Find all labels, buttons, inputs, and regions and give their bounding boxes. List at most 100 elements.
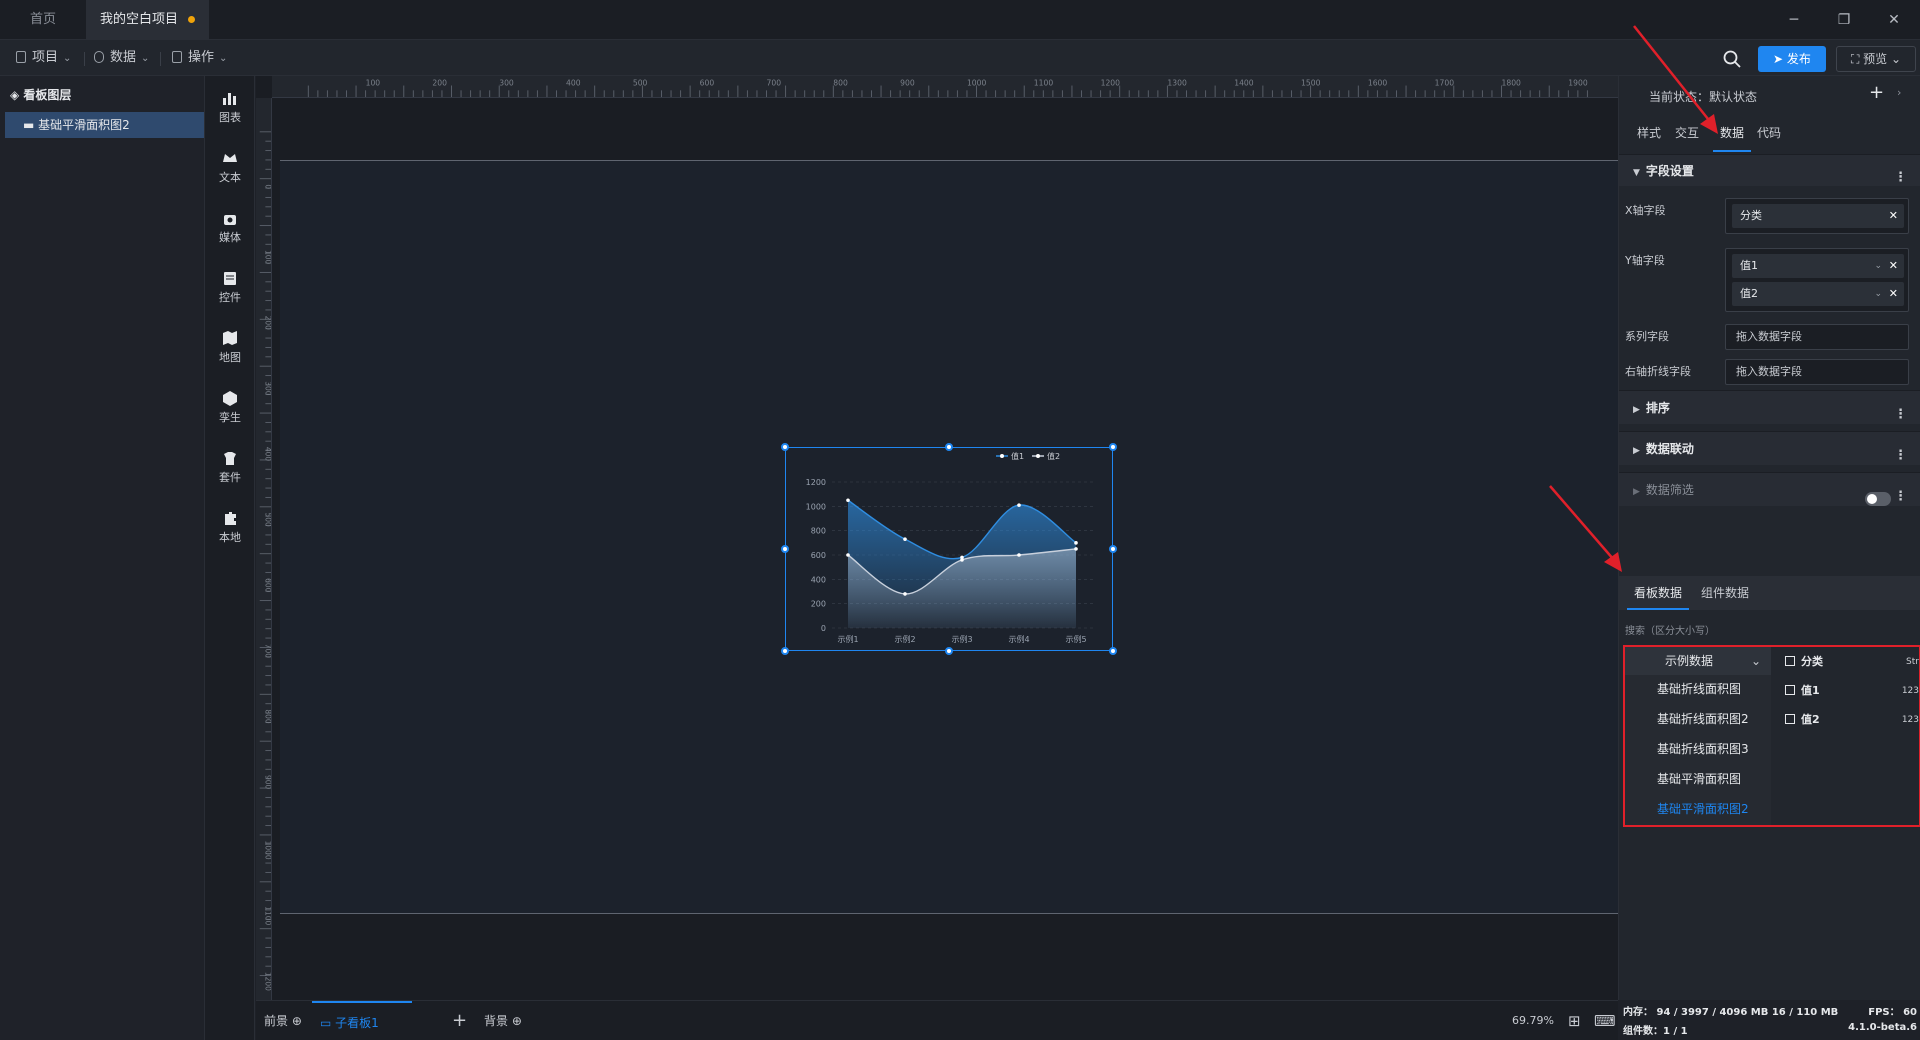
chevron-down-icon: ⌄	[63, 53, 72, 64]
preview-button[interactable]: ⛶ 预览 ⌄	[1836, 46, 1916, 72]
dataset-item-selected[interactable]: 基础平滑面积图2	[1625, 797, 1771, 821]
dataset-item[interactable]: 基础折线面积图	[1625, 677, 1771, 701]
keyboard-icon[interactable]: ⌨	[1594, 1001, 1616, 1040]
component-count: 组件数：1 / 1	[1623, 1026, 1688, 1037]
caret-right-icon: ▶	[1633, 487, 1640, 497]
publish-button[interactable]: ➤ 发布	[1758, 46, 1826, 72]
resize-handle[interactable]	[1109, 443, 1117, 451]
field-item[interactable]: 分类 Str	[1785, 651, 1919, 673]
subboard-tab[interactable]: ▭ 子看板1	[312, 1001, 412, 1040]
x-tick-label: 示例4	[1008, 634, 1029, 644]
layer-panel-title: 看板图层	[23, 88, 72, 102]
tab-project-label: 我的空白项目	[100, 12, 179, 27]
linkage-section[interactable]: ▶ 数据联动 ⋮	[1619, 431, 1920, 465]
tab-home[interactable]: 首页	[16, 0, 70, 40]
tab-code[interactable]: 代码	[1757, 124, 1781, 152]
checkbox-icon[interactable]	[1785, 685, 1795, 695]
x-field-chip[interactable]: 分类 ✕	[1732, 204, 1904, 228]
field-name: 值2	[1801, 713, 1820, 726]
dataset-item[interactable]: 基础折线面积图3	[1625, 737, 1771, 761]
menu-project[interactable]: 项目 ⌄	[10, 47, 77, 69]
field-settings-section[interactable]: ▼ 字段设置 ⋮	[1619, 154, 1920, 186]
annotation-arrow	[1633, 25, 1718, 134]
x-tick-label: 示例1	[837, 634, 858, 644]
tool-local[interactable]: 本地	[205, 504, 255, 554]
y-field-dropzone[interactable]: 值1 ⌄ ✕ 值2 ⌄ ✕	[1725, 248, 1909, 312]
y-field-label: Y轴字段	[1625, 254, 1665, 267]
close-icon[interactable]: ✕	[1882, 8, 1906, 32]
tab-component-data[interactable]: 组件数据	[1701, 576, 1749, 610]
chevron-down-icon[interactable]: ⌄	[1874, 282, 1882, 306]
tool-text[interactable]: 文本	[205, 144, 255, 194]
ruler-label: 600	[263, 578, 272, 593]
dataset-group-select[interactable]: 示例数据 ⌄	[1625, 647, 1771, 675]
chart-component[interactable]: 0 200 400 600 800 1000 1200 示例1 示例2 示例3 示例4 示例5 值1 值2	[785, 447, 1113, 651]
resize-handle[interactable]	[945, 443, 953, 451]
dataset-item[interactable]: 基础平滑面积图	[1625, 767, 1771, 791]
more-icon[interactable]: ⋮	[1894, 480, 1907, 514]
more-icon[interactable]: ⋮	[1894, 439, 1907, 473]
resize-handle[interactable]	[1109, 545, 1117, 553]
series-field-label: 系列字段	[1625, 330, 1669, 343]
resize-handle[interactable]	[781, 545, 789, 553]
tab-my-blank-project[interactable]: 我的空白项目	[86, 0, 210, 40]
resize-handle[interactable]	[781, 647, 789, 655]
tool-label: 媒体	[219, 231, 241, 244]
ruler-label: 1700	[1435, 79, 1455, 88]
chevron-right-icon[interactable]: ›	[1897, 86, 1901, 99]
ruler-label: 1900	[1568, 79, 1588, 88]
checkbox-icon[interactable]	[1785, 656, 1795, 666]
resize-handle[interactable]	[1109, 647, 1117, 655]
x-field-dropzone[interactable]: 分类 ✕	[1725, 198, 1909, 234]
fit-screen-icon[interactable]: ⊞	[1568, 1001, 1581, 1040]
tool-kit[interactable]: 套件	[205, 444, 255, 494]
zoom-level[interactable]: 69.79%	[1512, 1001, 1554, 1040]
menu-data[interactable]: 数据 ⌄	[88, 47, 155, 69]
tool-media[interactable]: 媒体	[205, 204, 255, 254]
area-chart: 0 200 400 600 800 1000 1200 示例1 示例2 示例3 示例4 示例5 值1 值2	[806, 451, 1096, 644]
field-item[interactable]: 值1 123	[1785, 680, 1919, 702]
resize-handle[interactable]	[945, 647, 953, 655]
add-tab-icon[interactable]: +	[452, 1001, 467, 1040]
remove-icon[interactable]: ✕	[1889, 204, 1898, 228]
resize-handle[interactable]	[781, 443, 789, 451]
remove-icon[interactable]: ✕	[1889, 254, 1898, 278]
checkbox-icon[interactable]	[1785, 714, 1795, 724]
y-tick-label: 0	[821, 624, 826, 633]
tool-twin[interactable]: 孪生	[205, 384, 255, 434]
dataset-search[interactable]: 搜索（区分大小写）	[1625, 622, 1715, 637]
series-field-dropzone[interactable]: 拖入数据字段	[1725, 324, 1909, 350]
ruler-label: 1600	[1368, 79, 1388, 88]
sort-section[interactable]: ▶ 排序 ⋮	[1619, 390, 1920, 424]
y-field-chip[interactable]: 值2 ⌄ ✕	[1732, 282, 1904, 306]
tab-board-data[interactable]: 看板数据	[1627, 576, 1689, 610]
menu-operate[interactable]: 操作 ⌄	[166, 47, 233, 69]
menu-project-label: 项目	[32, 50, 59, 65]
minimize-icon[interactable]: ─	[1782, 8, 1806, 32]
more-icon[interactable]: ⋮	[1894, 398, 1907, 432]
y-field-chip[interactable]: 值1 ⌄ ✕	[1732, 254, 1904, 278]
ruler-label: 400	[566, 79, 581, 88]
field-item[interactable]: 值2 123	[1785, 709, 1919, 731]
tool-label: 文本	[219, 171, 241, 184]
filter-toggle[interactable]	[1865, 492, 1891, 506]
dataset-item[interactable]: 基础折线面积图2	[1625, 707, 1771, 731]
more-icon[interactable]: ⋮	[1894, 162, 1907, 194]
restore-icon[interactable]: ❐	[1832, 8, 1856, 32]
layer-item[interactable]: ▬ 基础平滑面积图2	[5, 112, 204, 138]
chevron-down-icon[interactable]: ⌄	[1874, 254, 1882, 278]
tool-chart[interactable]: 图表	[205, 84, 255, 134]
foreground-tab[interactable]: 前景 ⊕	[264, 1001, 302, 1040]
remove-icon[interactable]: ✕	[1889, 282, 1898, 306]
caret-right-icon: ▶	[1633, 446, 1640, 456]
data-point	[846, 553, 850, 557]
add-state-icon[interactable]: +	[1869, 82, 1884, 103]
ruler-label: 400	[263, 447, 272, 462]
send-icon: ➤	[1773, 52, 1787, 66]
ruler-label: 900	[900, 79, 915, 88]
right-axis-field-dropzone[interactable]: 拖入数据字段	[1725, 359, 1909, 385]
y-tick-label: 400	[811, 575, 826, 584]
background-tab[interactable]: 背景 ⊕	[484, 1001, 522, 1040]
tool-control[interactable]: 控件	[205, 264, 255, 314]
tool-map[interactable]: 地图	[205, 324, 255, 374]
